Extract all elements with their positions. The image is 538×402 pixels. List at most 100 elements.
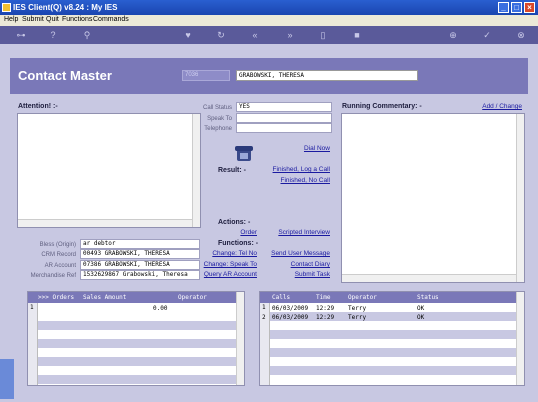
call-date-cell: 06/03/2009 [272, 305, 309, 312]
operator-col-header[interactable]: Operator [348, 294, 377, 301]
app-icon [2, 3, 11, 12]
table-row[interactable] [270, 366, 516, 375]
side-panel-tab[interactable] [0, 359, 14, 399]
change-speak-to-link[interactable]: Change: Speak To [200, 261, 257, 268]
submit-task-link[interactable]: Submit Task [260, 271, 330, 278]
orders-row-numbers [28, 303, 38, 385]
menu-help[interactable]: Help [4, 16, 18, 23]
call-operator-cell: Terry [348, 305, 367, 312]
result-label: Result: - [218, 167, 246, 174]
commentary-textarea[interactable] [341, 113, 525, 283]
scripted-interview-link[interactable]: Scripted Interview [260, 229, 330, 236]
calls-vscroll[interactable] [516, 292, 524, 385]
running-commentary-label: Running Commentary: - [342, 103, 422, 110]
maximize-button[interactable]: □ [511, 2, 522, 13]
table-row[interactable] [270, 348, 516, 357]
status-col-header[interactable]: Status [417, 294, 439, 301]
orders-row-number: 1 [30, 304, 34, 311]
call-status-cell: OK [417, 305, 425, 312]
orders-grid-header: >>> Orders Sales Amount Operator [28, 292, 244, 303]
commentary-vscroll[interactable] [516, 114, 524, 282]
menu-functions[interactable]: Functions [62, 16, 92, 23]
call-time-cell: 12:29 [316, 305, 335, 312]
page-title: Contact Master [18, 68, 112, 83]
orders-grid[interactable]: >>> Orders Sales Amount Operator 1 0.00 [27, 291, 245, 386]
contact-name-field: GRABOWSKI, THERESA [236, 70, 418, 81]
window-titlebar: IES Client(Q) v8.24 : My IES _ □ × [0, 0, 538, 15]
table-row[interactable] [38, 321, 236, 330]
bless-origin-label: Bless (Origin) [39, 242, 76, 248]
calls-grid[interactable]: Calls Time Operator Status 1 06/03/2009 … [259, 291, 525, 386]
call-date-cell: 06/03/2009 [272, 314, 309, 321]
query-ar-account-link[interactable]: Query AR Account [200, 271, 257, 278]
calls-row-number: 2 [262, 314, 266, 321]
favorite-icon[interactable]: ♥ [183, 30, 193, 40]
call-status-cell: OK [417, 314, 425, 321]
attention-textarea[interactable] [17, 113, 201, 228]
contact-code-field: 7036 [182, 70, 230, 81]
calls-row-number: 1 [262, 304, 266, 311]
clipboard-icon[interactable]: ■ [352, 30, 362, 40]
toolbar: ⊶ ? ⚲ ♥ ↻ « » ▯ ■ ⊕ ✓ ⊗ [0, 26, 538, 44]
speak-to-field[interactable] [236, 113, 332, 123]
ok-icon[interactable]: ✓ [482, 30, 492, 40]
sales-amount-cell: 0.00 [153, 305, 168, 312]
attention-hscroll[interactable] [18, 219, 192, 227]
sales-amount-col-header[interactable]: Sales Amount [83, 294, 126, 301]
search-icon[interactable]: ⚲ [82, 30, 92, 40]
add-change-link[interactable]: Add / Change [460, 103, 522, 110]
finished-no-call-link[interactable]: Finished, No Call [250, 177, 331, 184]
table-row[interactable] [38, 357, 236, 366]
send-user-message-link[interactable]: Send User Message [260, 250, 330, 257]
crm-record-label: CRM Record [41, 252, 76, 258]
merchandise-ref-field[interactable]: 1532629867 Grabowski, Theresa [80, 270, 200, 280]
refresh-icon[interactable]: ↻ [216, 30, 226, 40]
menu-commands[interactable]: Commands [93, 16, 129, 23]
table-row[interactable] [270, 330, 516, 339]
telephone-field[interactable] [236, 123, 332, 133]
actions-label: Actions: - [218, 219, 251, 226]
change-tel-no-link[interactable]: Change: Tel No [200, 250, 257, 257]
commentary-hscroll[interactable] [342, 274, 516, 282]
speak-to-label: Speak To [207, 116, 232, 122]
table-row[interactable] [38, 339, 236, 348]
orders-vscroll[interactable] [236, 292, 244, 385]
table-row[interactable]: 0.00 [38, 303, 236, 312]
key-icon[interactable]: ⊶ [12, 30, 30, 40]
dial-now-link[interactable]: Dial Now [270, 145, 330, 152]
window-title: IES Client(Q) v8.24 : My IES [13, 3, 118, 12]
bless-origin-field[interactable]: ar debtor [80, 239, 200, 249]
main-content: Contact Master 7036 GRABOWSKI, THERESA A… [0, 44, 538, 402]
menu-bar: Help Submit Quit Functions Commands [0, 15, 538, 26]
call-operator-cell: Terry [348, 314, 367, 321]
cancel-icon[interactable]: ⊗ [516, 30, 526, 40]
call-status-label: Call Status [202, 105, 232, 111]
header-band: Contact Master 7036 GRABOWSKI, THERESA [10, 58, 528, 94]
calls-col-header[interactable]: Calls [272, 294, 290, 301]
minimize-button[interactable]: _ [498, 2, 509, 13]
phone-icon[interactable] [234, 143, 256, 163]
ar-account-field[interactable]: 07386 GRABOWSKI, THERESA [80, 260, 200, 270]
functions-label: Functions: - [218, 240, 259, 247]
crm-record-field[interactable]: 00493 GRABOWSKI, THERESA [80, 249, 200, 259]
menu-submit[interactable]: Submit [22, 16, 44, 23]
close-button[interactable]: × [524, 2, 535, 13]
delete-icon[interactable]: ▯ [318, 30, 328, 40]
finished-log-call-link[interactable]: Finished, Log a Call [250, 166, 330, 173]
table-row[interactable]: 06/03/2009 12:29 Terry OK [270, 303, 516, 312]
add-icon[interactable]: ⊕ [448, 30, 458, 40]
table-row[interactable] [38, 375, 236, 384]
operator-col-header[interactable]: Operator [178, 294, 207, 301]
orders-col-header[interactable]: >>> Orders [38, 294, 74, 301]
ar-account-label: AR Account [44, 263, 76, 269]
contact-diary-link[interactable]: Contact Diary [260, 261, 330, 268]
order-link[interactable]: Order [207, 229, 257, 236]
forward-icon[interactable]: » [285, 30, 295, 40]
rewind-icon[interactable]: « [250, 30, 260, 40]
time-col-header[interactable]: Time [316, 294, 330, 301]
telephone-label: Telephone [204, 126, 232, 132]
call-status-field[interactable]: YES [236, 102, 332, 112]
help-icon[interactable]: ? [48, 30, 58, 40]
table-row[interactable]: 06/03/2009 12:29 Terry OK [270, 312, 516, 321]
menu-quit[interactable]: Quit [46, 16, 59, 23]
